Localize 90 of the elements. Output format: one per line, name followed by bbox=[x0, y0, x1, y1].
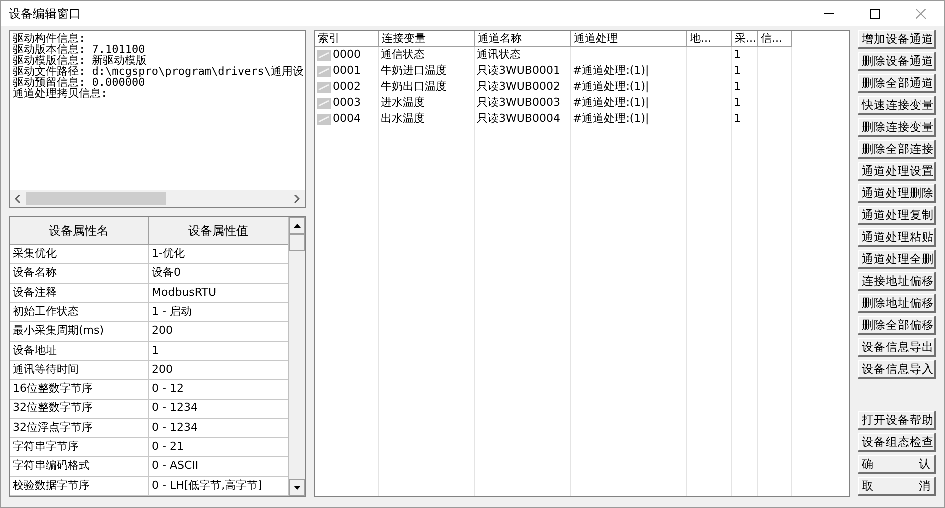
dialog-button[interactable]: 通道处理设置 bbox=[858, 162, 936, 182]
scroll-down-button[interactable] bbox=[289, 479, 305, 496]
table-cell: #通道处理:(1)| bbox=[573, 63, 650, 80]
vertical-scrollbar[interactable] bbox=[288, 217, 305, 496]
property-name: 最小采集周期(ms) bbox=[10, 322, 149, 342]
property-name: 32位整数字节序 bbox=[10, 400, 149, 419]
dialog-button[interactable]: 通道处理删除 bbox=[858, 184, 936, 204]
dialog-button[interactable]: 设备信息导出 bbox=[858, 338, 936, 358]
dialog-button[interactable]: 取 消 bbox=[858, 477, 936, 496]
channel-icon bbox=[317, 66, 331, 77]
table-cell: 只读3WUB0004 bbox=[477, 111, 560, 128]
property-name: 设备地址 bbox=[10, 342, 149, 361]
info-line: 驱动版本信息: 7.101100 bbox=[13, 44, 146, 56]
dialog-button[interactable]: 通道处理全删 bbox=[858, 250, 936, 270]
down-arrow-icon bbox=[294, 486, 300, 490]
dialog-button[interactable]: 删除全部通道 bbox=[858, 74, 936, 94]
scroll-left-icon[interactable] bbox=[15, 194, 21, 203]
table-cell: 1 bbox=[734, 79, 741, 96]
info-line: 驱动预留信息: 0.000000 bbox=[13, 77, 146, 88]
info-line: 通道处理拷贝信息: bbox=[13, 88, 108, 100]
horizontal-scrollbar[interactable] bbox=[10, 190, 305, 208]
dialog-button[interactable]: 设备组态检查 bbox=[858, 433, 936, 452]
table-cell: 只读3WUB0002 bbox=[477, 79, 560, 96]
dialog-button[interactable]: 删除全部偏移 bbox=[858, 316, 936, 336]
table-cell: 通讯状态 bbox=[477, 47, 521, 64]
scrollbar-thumb[interactable] bbox=[26, 192, 166, 206]
property-name: 字符串字节序 bbox=[10, 438, 149, 458]
window-title: 设备编辑窗口 bbox=[9, 6, 81, 23]
dialog-button[interactable]: 删除全部连接 bbox=[858, 140, 936, 160]
property-name: 16位整数字节序 bbox=[10, 380, 149, 400]
table-cell: 牛奶出口温度 bbox=[381, 79, 447, 96]
scrollbar-thumb[interactable] bbox=[289, 234, 305, 252]
scroll-up-button[interactable] bbox=[289, 217, 305, 234]
dialog-button[interactable]: 通道处理复制 bbox=[858, 206, 936, 226]
dialog-button[interactable]: 连接地址偏移 bbox=[858, 272, 936, 292]
table-cell: 0003 bbox=[333, 95, 361, 112]
table-cell: #通道处理:(1)| bbox=[573, 95, 650, 112]
table-cell: 1 bbox=[734, 47, 741, 64]
info-line: 驱动文件路径: d:\mcgspro\program\drivers\通用设 bbox=[13, 66, 304, 78]
close-icon bbox=[916, 8, 926, 19]
up-arrow-icon bbox=[294, 224, 300, 228]
dialog-button[interactable]: 打开设备帮助 bbox=[858, 411, 936, 430]
property-name: 设备注释 bbox=[10, 284, 149, 304]
scroll-right-icon[interactable] bbox=[294, 194, 300, 203]
table-cell: 牛奶进口温度 bbox=[381, 63, 447, 80]
table-cell: #通道处理:(1)| bbox=[573, 111, 650, 128]
column-header[interactable]: 信... bbox=[758, 31, 792, 48]
table-cell: 进水温度 bbox=[381, 95, 425, 112]
table-cell: 0004 bbox=[333, 111, 361, 128]
channel-icon bbox=[317, 82, 331, 93]
dialog-button[interactable]: 确 认 bbox=[858, 455, 936, 474]
dialog-button[interactable]: 删除连接变量 bbox=[858, 118, 936, 138]
property-name: 通讯等待时间 bbox=[10, 360, 149, 380]
column-header: 设备属性值 bbox=[149, 217, 288, 246]
table-cell: #通道处理:(1)| bbox=[573, 79, 650, 96]
table-cell: 0001 bbox=[333, 63, 361, 80]
dialog-button[interactable]: 通道处理粘贴 bbox=[858, 228, 936, 248]
table-cell: 只读3WUB0003 bbox=[477, 95, 560, 112]
property-name: 采集优化 bbox=[10, 245, 149, 264]
table-cell: 1 bbox=[734, 63, 741, 80]
property-name: 设备名称 bbox=[10, 264, 149, 284]
column-header[interactable]: 采... bbox=[732, 31, 758, 48]
table-cell: 0000 bbox=[333, 47, 361, 64]
column-header[interactable]: 地... bbox=[687, 31, 732, 48]
column-header[interactable]: 通道名称 bbox=[475, 31, 571, 48]
table-cell: 只读3WUB0001 bbox=[477, 63, 560, 80]
table-cell: 1 bbox=[734, 95, 741, 112]
dialog-button[interactable]: 设备信息导入 bbox=[858, 360, 936, 380]
info-line: 驱动构件信息: bbox=[13, 33, 86, 44]
maximize-icon bbox=[870, 8, 880, 19]
dialog-button[interactable]: 删除地址偏移 bbox=[858, 294, 936, 314]
dialog-button[interactable]: 增加设备通道 bbox=[858, 30, 936, 50]
property-name: 32位浮点字节序 bbox=[10, 418, 149, 438]
column-header[interactable]: 通道处理 bbox=[571, 31, 687, 48]
property-name: 校验数据字节序 bbox=[10, 476, 149, 496]
channel-icon bbox=[317, 114, 331, 125]
channel-icon bbox=[317, 50, 331, 61]
column-header[interactable]: 索引 bbox=[315, 31, 379, 48]
column-header[interactable]: 连接变量 bbox=[379, 31, 475, 48]
property-name: 字符串编码格式 bbox=[10, 457, 149, 477]
table-cell: 通信状态 bbox=[381, 47, 425, 64]
column-header: 设备属性名 bbox=[10, 217, 149, 246]
dialog-button[interactable]: 删除设备通道 bbox=[858, 52, 936, 72]
table-cell: 出水温度 bbox=[381, 111, 425, 128]
property-name: 初始工作状态 bbox=[10, 303, 149, 322]
table-cell: 1 bbox=[734, 111, 741, 128]
table-cell: 0002 bbox=[333, 79, 361, 96]
dialog-button[interactable]: 快速连接变量 bbox=[858, 96, 936, 116]
channel-icon bbox=[317, 98, 331, 109]
info-line: 驱动模版信息: 新驱动模版 bbox=[13, 55, 148, 66]
